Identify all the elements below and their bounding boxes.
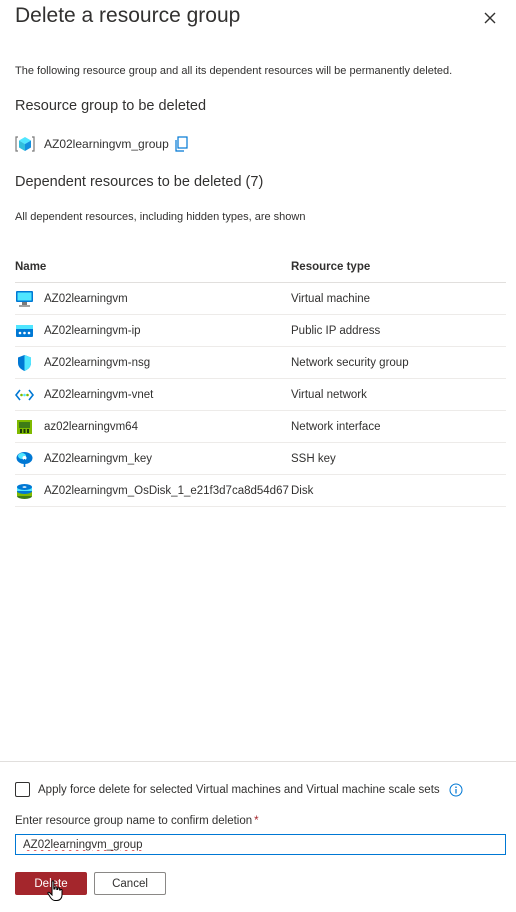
info-icon[interactable] (449, 783, 463, 797)
resource-type: SSH key (291, 452, 336, 465)
network-security-group-icon (18, 354, 31, 371)
close-icon[interactable] (480, 8, 500, 28)
resource-type: Disk (291, 484, 314, 497)
required-mark: * (254, 815, 259, 827)
resource-group-row: AZ02learningvm_group (15, 134, 188, 154)
confirm-label-text: Enter resource group name to confirm del… (15, 815, 253, 827)
disk-icon (17, 483, 32, 499)
resource-type: Public IP address (291, 324, 381, 337)
table-row: AZ02learningvm-nsg Network security grou… (15, 347, 506, 379)
force-delete-row: Apply force delete for selected Virtual … (15, 782, 463, 797)
footer-divider (0, 761, 516, 762)
page-title: Delete a resource group (15, 4, 241, 27)
intro-text: The following resource group and all its… (15, 65, 453, 77)
public-ip-icon (16, 324, 33, 337)
resource-name: AZ02learningvm-vnet (44, 388, 154, 401)
resource-type: Virtual network (291, 388, 367, 401)
force-delete-label[interactable]: Apply force delete for selected Virtual … (38, 784, 440, 796)
resource-name: AZ02learningvm_key (44, 452, 153, 465)
resource-name: az02learningvm64 (44, 420, 138, 433)
virtual-machine-icon (16, 290, 33, 307)
cancel-button[interactable]: Cancel (94, 872, 166, 895)
ssh-key-icon (16, 451, 33, 467)
confirm-name-input[interactable] (15, 834, 506, 855)
resource-name: AZ02learningvm (44, 292, 128, 305)
dependent-note: All dependent resources, including hidde… (15, 211, 306, 223)
table-row: AZ02learningvm-ip Public IP address (15, 315, 506, 347)
table-row: az02learningvm64 Network interface (15, 411, 506, 443)
table-row: AZ02learningvm Virtual machine (15, 283, 506, 315)
resource-group-section-title: Resource group to be deleted (15, 98, 207, 114)
delete-resource-group-panel: Delete a resource group The following re… (0, 0, 516, 912)
table-row: AZ02learningvm_key SSH key (15, 443, 506, 475)
force-delete-checkbox[interactable] (15, 782, 30, 797)
delete-button[interactable]: Delete (15, 872, 87, 895)
resource-type: Virtual machine (291, 292, 371, 305)
copy-icon[interactable] (174, 136, 188, 152)
confirm-label: Enter resource group name to confirm del… (15, 815, 259, 827)
dependent-resources-table: Name Resource type AZ02learningvm Virtua… (15, 252, 506, 507)
resource-type: Network security group (291, 356, 409, 369)
resource-group-name: AZ02learningvm_group (44, 137, 169, 151)
resource-name: AZ02learningvm_OsDisk_1_e21f3d7ca8d54d67 (44, 484, 289, 497)
table-row: AZ02learningvm-vnet Virtual network (15, 379, 506, 411)
table-row: AZ02learningvm_OsDisk_1_e21f3d7ca8d54d67… (15, 475, 506, 507)
resource-name: AZ02learningvm-ip (44, 324, 141, 337)
table-header: Name Resource type (15, 252, 506, 283)
resource-type: Network interface (291, 420, 381, 433)
resource-name: AZ02learningvm-nsg (44, 356, 151, 369)
virtual-network-icon (15, 389, 34, 400)
column-header-name[interactable]: Name (15, 261, 291, 273)
column-header-type[interactable]: Resource type (291, 261, 506, 273)
network-interface-icon (17, 419, 32, 434)
resource-group-icon (15, 136, 35, 152)
dependent-section-title: Dependent resources to be deleted (7) (15, 174, 264, 190)
